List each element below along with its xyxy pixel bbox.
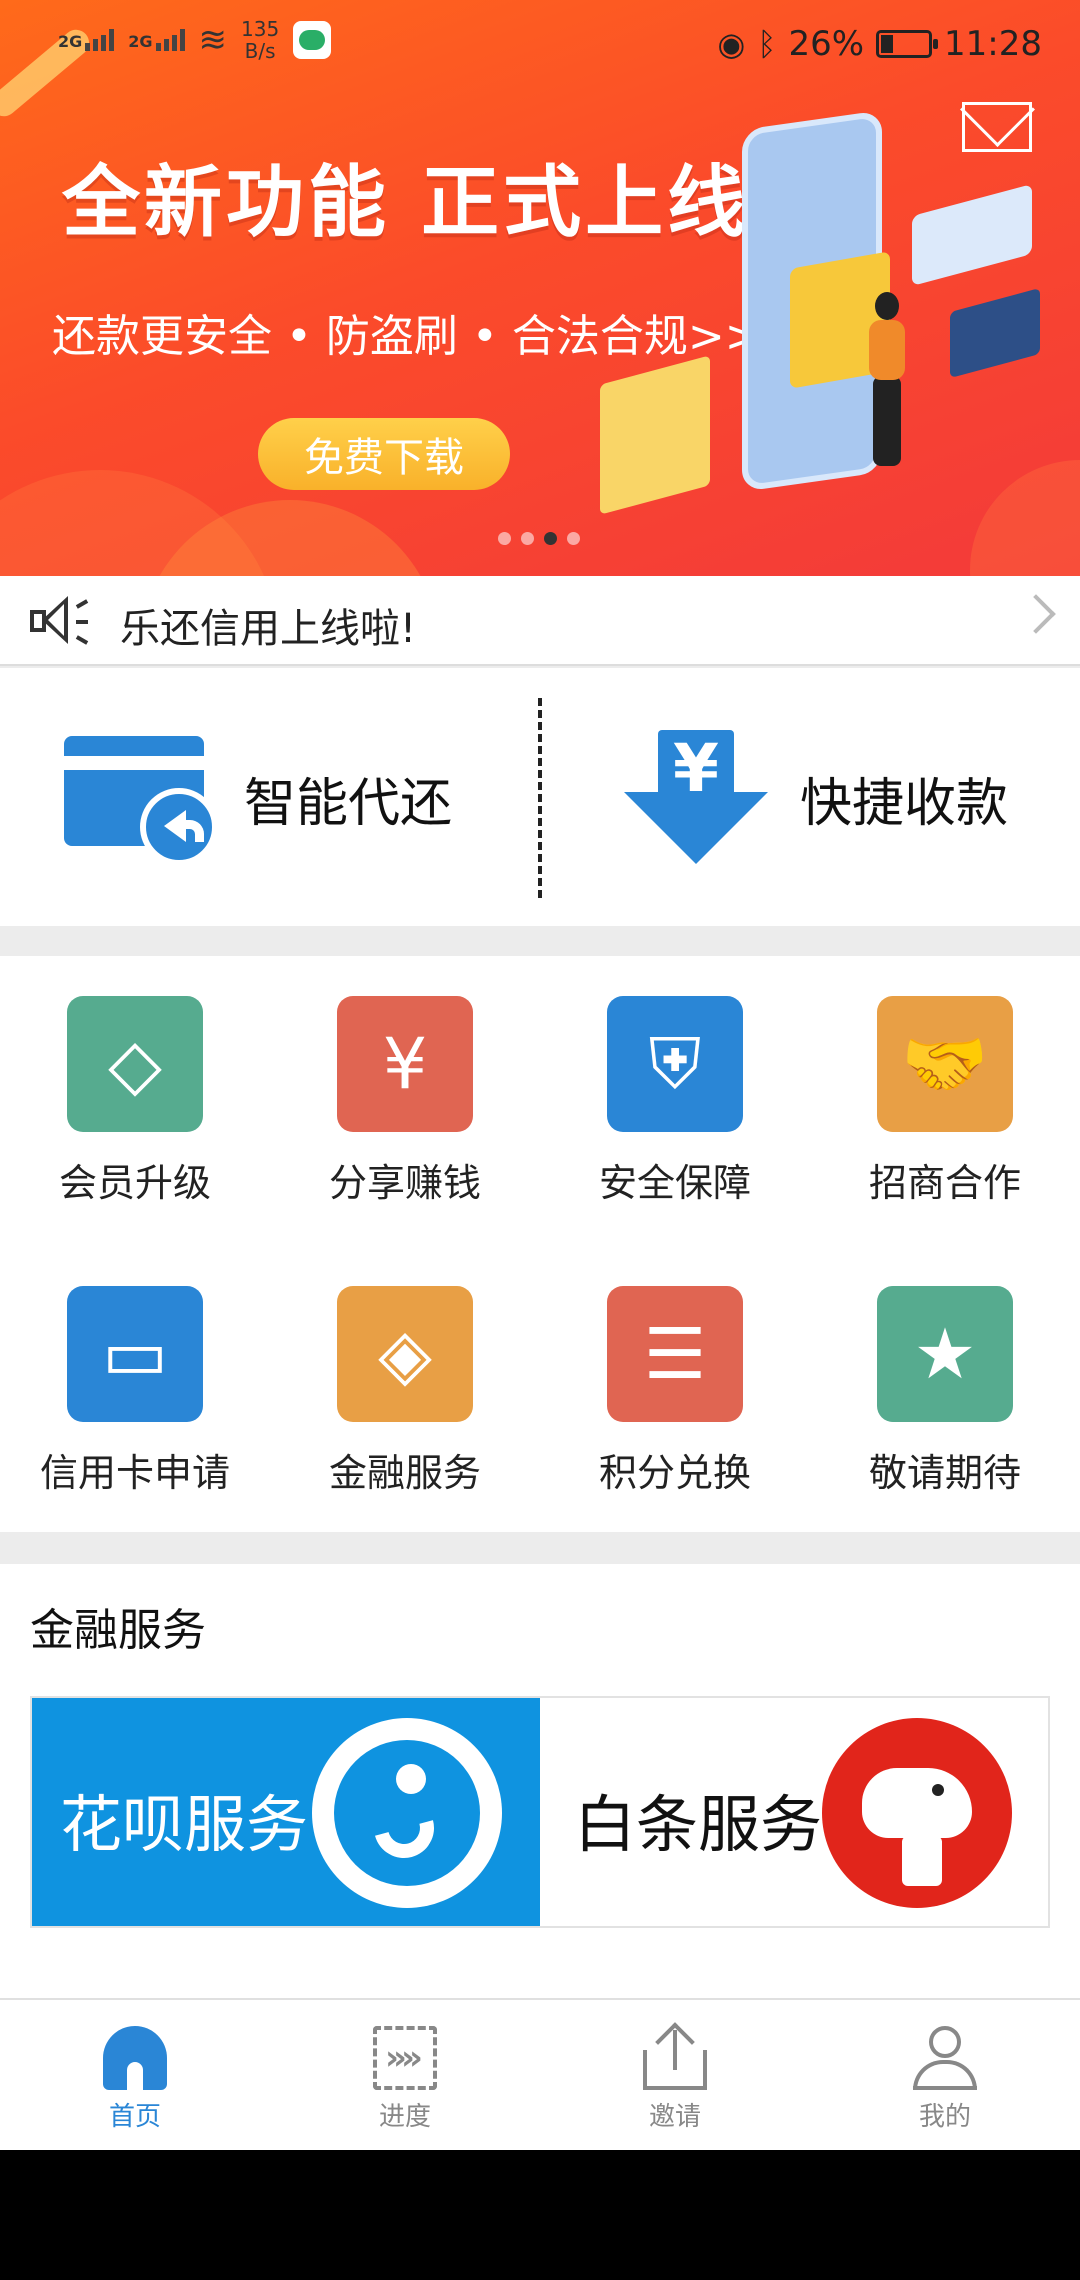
icon-glyph: 🤝 bbox=[901, 1023, 989, 1105]
quick-collect-button[interactable]: ¥ 快捷收款 bbox=[620, 728, 1008, 868]
service-label: 会员升级 bbox=[58, 1161, 211, 1205]
tab-progress[interactable]: »» 进度 bbox=[270, 2000, 540, 2150]
tab-invite[interactable]: 邀请 bbox=[540, 2000, 810, 2150]
share-icon bbox=[643, 2022, 707, 2090]
status-bar: 2G 2G ≋ 135 B/s ◉ ᛒ 26% 11:28 bbox=[0, 0, 1080, 92]
money-bag-icon: ¥ bbox=[337, 996, 473, 1132]
network-speed: 135 B/s bbox=[241, 17, 280, 63]
shield-icon: ⛨ bbox=[607, 996, 743, 1132]
huabei-label: 花呗服务 bbox=[60, 1788, 309, 1861]
jd-dog-logo-icon bbox=[822, 1718, 1012, 1908]
service-label: 敬请期待 bbox=[868, 1451, 1021, 1495]
service-label: 分享赚钱 bbox=[328, 1161, 481, 1205]
icon-glyph: ▭ bbox=[101, 1313, 169, 1395]
tab-label: 邀请 bbox=[648, 2102, 701, 2132]
signal-indicator: 2G bbox=[58, 29, 115, 51]
yen-download-icon: ¥ bbox=[620, 728, 770, 868]
feature-label: 智能代还 bbox=[244, 773, 453, 834]
huabei-service-card[interactable]: 花呗服务 bbox=[32, 1698, 540, 1926]
service-label: 安全保障 bbox=[598, 1161, 751, 1205]
finance-section: 金融服务 花呗服务 白条服务 bbox=[0, 1564, 1080, 1998]
finance-cards: 花呗服务 白条服务 bbox=[30, 1696, 1050, 1928]
tab-label: 我的 bbox=[918, 2102, 971, 2132]
carousel-dot[interactable] bbox=[544, 532, 557, 545]
carousel-dot[interactable] bbox=[498, 532, 511, 545]
divider bbox=[538, 698, 542, 898]
icon-glyph: ◈ bbox=[378, 1313, 432, 1395]
feature-label: 快捷收款 bbox=[800, 773, 1009, 834]
diamond-icon: ◇ bbox=[67, 996, 203, 1132]
service-item[interactable]: ◈ 金融服务 bbox=[270, 1246, 540, 1506]
tab-mine[interactable]: 我的 bbox=[810, 2000, 1080, 2150]
free-download-button[interactable]: 免费下载 bbox=[258, 418, 510, 490]
speaker-icon bbox=[30, 594, 90, 650]
service-item[interactable]: ☰ 积分兑换 bbox=[540, 1246, 810, 1506]
section-title: 金融服务 bbox=[30, 1605, 206, 1656]
service-label: 积分兑换 bbox=[598, 1451, 751, 1495]
announcement-text: 乐还信用上线啦! bbox=[120, 606, 417, 652]
service-grid: ◇ 会员升级 ¥ 分享赚钱 ⛨ 安全保障 🤝 招商合作 ▭ 信用卡申请 ◈ 金融服务 ☰ 积分兑换 ★ 敬请期… bbox=[0, 956, 1080, 1532]
huabei-logo-icon bbox=[312, 1718, 502, 1908]
service-item[interactable]: ¥ 分享赚钱 bbox=[270, 956, 540, 1216]
app-screen: 2G 2G ≋ 135 B/s ◉ ᛒ 26% 11:28 全新功能 正式上线 … bbox=[0, 0, 1080, 2150]
signal-indicator: 2G bbox=[128, 29, 185, 51]
icon-glyph: ⛨ bbox=[648, 1023, 702, 1105]
service-label: 信用卡申请 bbox=[39, 1451, 230, 1495]
service-label: 招商合作 bbox=[868, 1161, 1021, 1205]
chevron-right-icon bbox=[1016, 594, 1056, 634]
finance-person-icon: ◈ bbox=[337, 1286, 473, 1422]
card-return-icon bbox=[64, 730, 218, 866]
bottom-tab-bar: 首页 »» 进度 邀请 我的 bbox=[0, 1998, 1080, 2150]
service-item[interactable]: ★ 敬请期待 bbox=[810, 1246, 1080, 1506]
service-item[interactable]: ▭ 信用卡申请 bbox=[0, 1246, 270, 1506]
battery-percent: 26% bbox=[788, 24, 865, 64]
clock: 11:28 bbox=[944, 24, 1042, 64]
bluetooth-icon: ᛒ bbox=[757, 25, 777, 63]
handshake-icon: 🤝 bbox=[877, 996, 1013, 1132]
main-features: 智能代还 ¥ 快捷收款 bbox=[0, 668, 1080, 926]
illustration-laptop bbox=[950, 287, 1040, 379]
battery-icon bbox=[876, 30, 939, 58]
announcement-bar[interactable]: 乐还信用上线啦! bbox=[0, 576, 1080, 666]
service-label: 金融服务 bbox=[328, 1451, 481, 1495]
banner-subtitle: 还款更安全 • 防盗刷 • 合法合规>> bbox=[52, 311, 762, 362]
icon-glyph: ¥ bbox=[382, 1023, 428, 1105]
carousel-indicator[interactable] bbox=[498, 532, 580, 545]
banner-decoration bbox=[970, 460, 1080, 576]
baitiao-service-card[interactable]: 白条服务 bbox=[540, 1698, 1048, 1926]
illustration-doc bbox=[912, 183, 1032, 287]
service-item[interactable]: ◇ 会员升级 bbox=[0, 956, 270, 1216]
star-face-icon: ★ bbox=[877, 1286, 1013, 1422]
wechat-icon bbox=[293, 21, 332, 59]
mail-icon[interactable] bbox=[962, 102, 1032, 152]
service-item[interactable]: ⛨ 安全保障 bbox=[540, 956, 810, 1216]
smart-repay-button[interactable]: 智能代还 bbox=[64, 728, 452, 868]
carousel-dot[interactable] bbox=[567, 532, 580, 545]
icon-glyph: ★ bbox=[913, 1313, 977, 1395]
coins-stack-icon: ☰ bbox=[607, 1286, 743, 1422]
tab-home[interactable]: 首页 bbox=[0, 2000, 270, 2150]
tab-label: 首页 bbox=[108, 2102, 161, 2132]
user-icon bbox=[913, 2026, 977, 2090]
banner-title: 全新功能 正式上线 bbox=[62, 158, 750, 248]
baitiao-label: 白条服务 bbox=[574, 1788, 823, 1861]
icon-glyph: ☰ bbox=[643, 1313, 707, 1395]
home-icon bbox=[103, 2026, 167, 2090]
progress-icon: »» bbox=[373, 2026, 437, 2090]
carousel-dot[interactable] bbox=[521, 532, 534, 545]
illustration-doc bbox=[600, 355, 710, 515]
tab-label: 进度 bbox=[378, 2102, 431, 2132]
eye-icon: ◉ bbox=[717, 25, 746, 63]
service-item[interactable]: 🤝 招商合作 bbox=[810, 956, 1080, 1216]
wifi-icon: ≋ bbox=[198, 20, 228, 60]
illustration-person bbox=[865, 292, 909, 466]
credit-card-icon: ▭ bbox=[67, 1286, 203, 1422]
icon-glyph: ◇ bbox=[108, 1023, 162, 1105]
promo-banner[interactable]: 2G 2G ≋ 135 B/s ◉ ᛒ 26% 11:28 全新功能 正式上线 … bbox=[0, 0, 1080, 576]
